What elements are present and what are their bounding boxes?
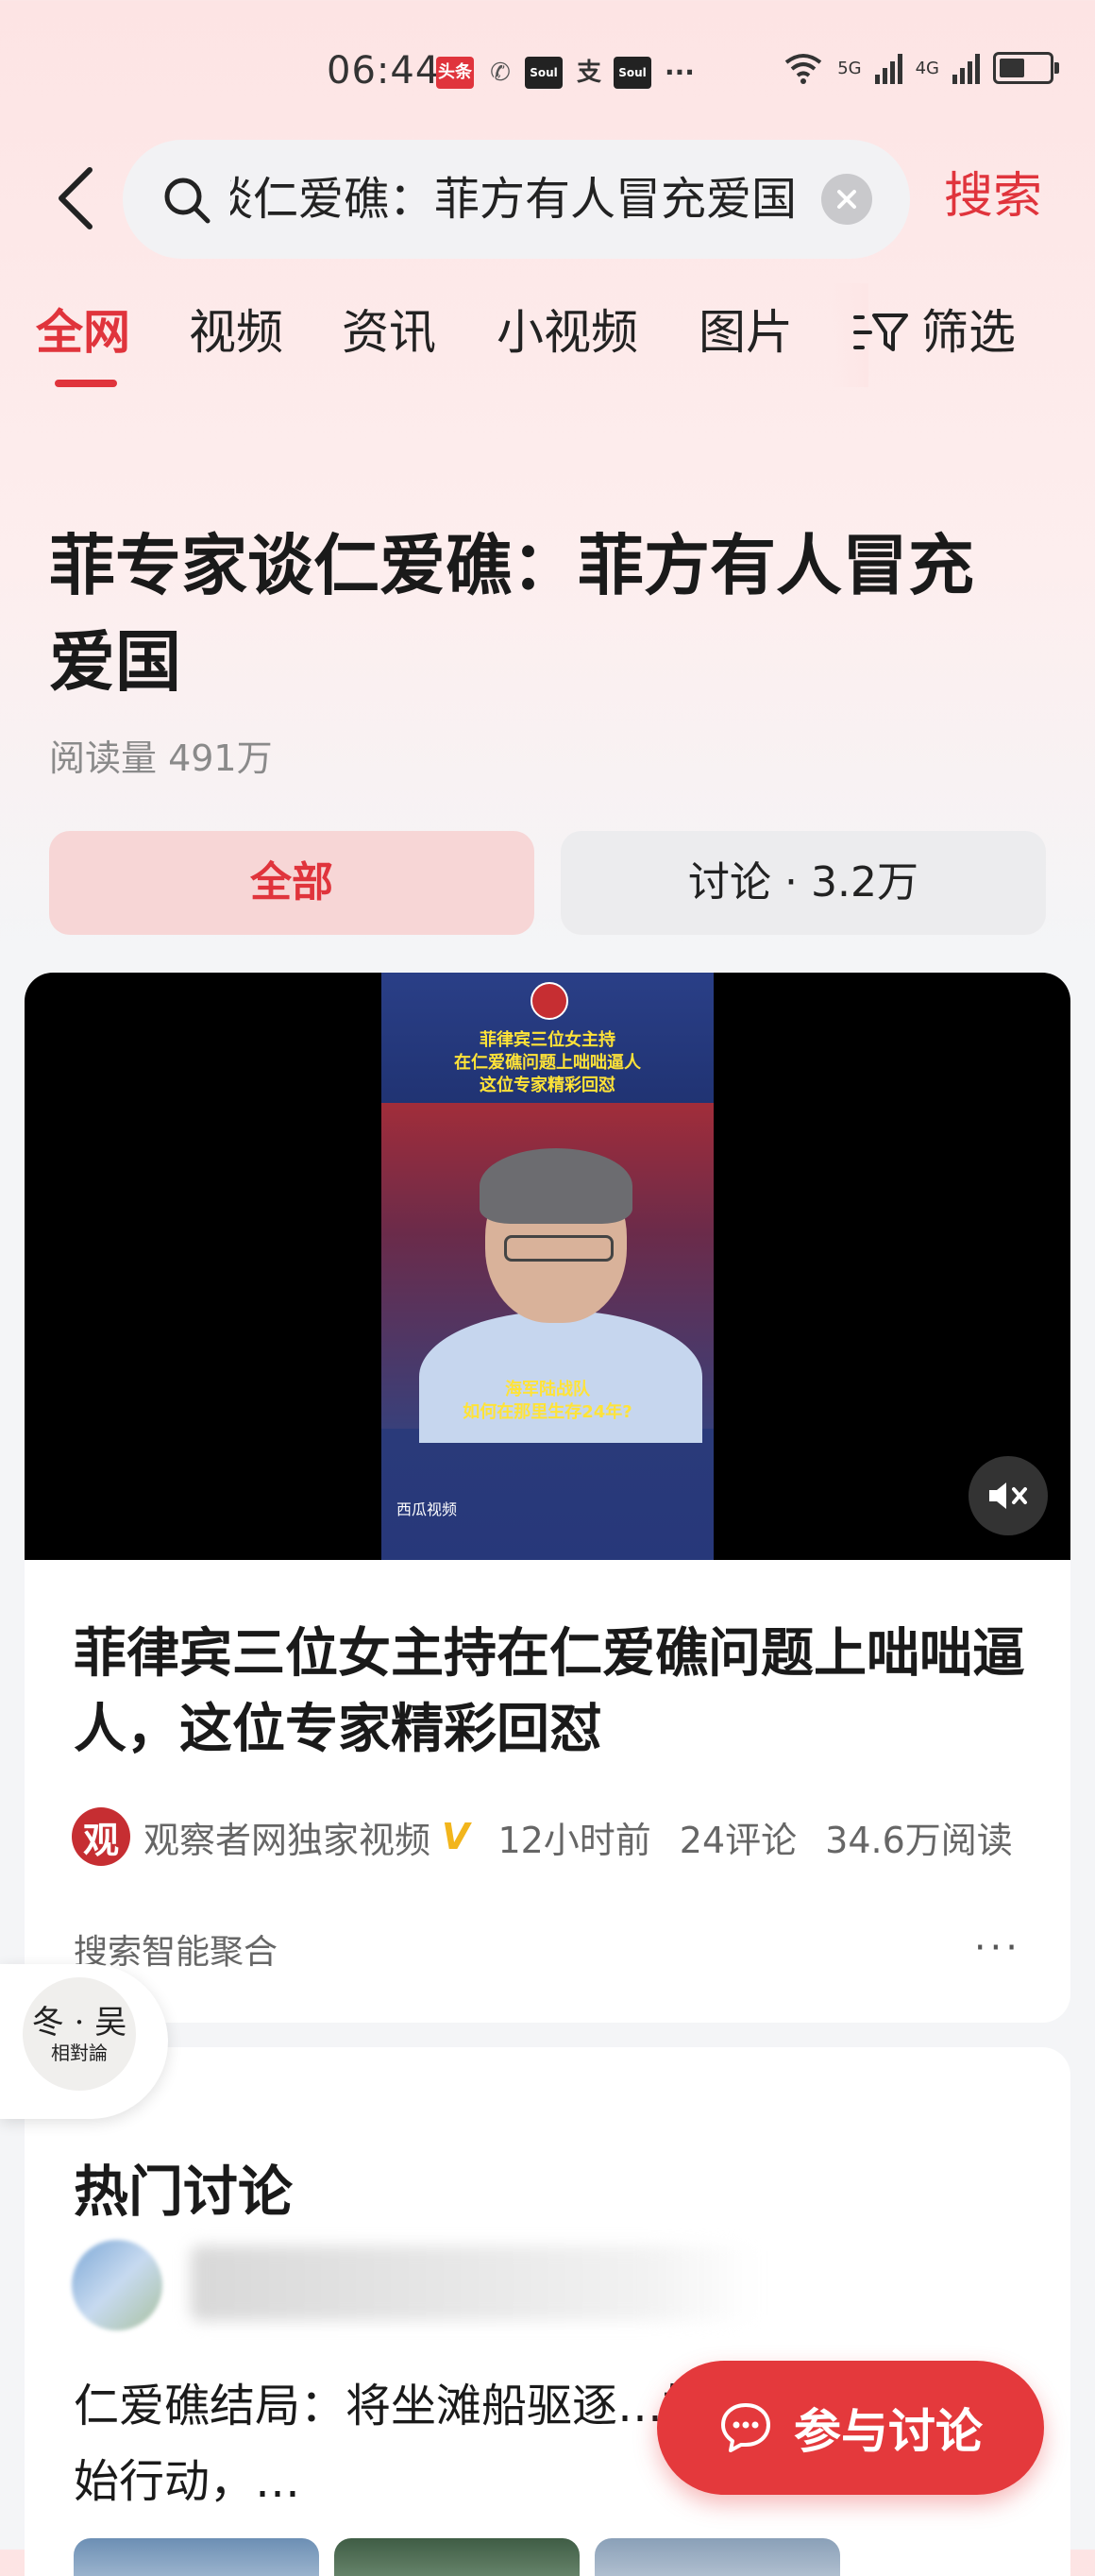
creator-logo: 冬 · 吴 相對論 <box>23 1977 136 2091</box>
verified-badge-icon: V <box>442 1816 470 1857</box>
video-caption-line-1: 菲律宾三位女主持 <box>480 1030 615 1050</box>
soul-app-icon-2: Soul <box>614 57 651 89</box>
creator-logo-line-1: 冬 · 吴 <box>31 2004 127 2042</box>
chat-bubble-icon <box>721 2403 770 2452</box>
mute-button[interactable] <box>969 1456 1048 1535</box>
signal-icon-2 <box>952 52 980 84</box>
hot-discussion-title: 热门讨论 <box>74 2160 294 2224</box>
status-bar: 06:44 头条 ✆ Soul 支 Soul ··· 5G 4G <box>0 0 1095 142</box>
post-author[interactable] <box>72 2236 827 2349</box>
read-count-video: 34.6万阅读 <box>825 1819 1013 1861</box>
soul-app-icon: Soul <box>525 57 563 89</box>
wifi-icon <box>784 54 822 84</box>
filter-button[interactable]: 筛选 <box>853 298 1016 366</box>
time-ago: 12小时前 <box>497 1819 651 1861</box>
video-watermark: 西瓜视频 <box>396 1500 458 1518</box>
author-avatar[interactable] <box>72 2240 162 2330</box>
post-thumbnail-2[interactable] <box>334 2538 580 2576</box>
video-caption-line-2: 在仁爱礁问题上咄咄逼人 <box>454 1053 641 1073</box>
muted-speaker-icon <box>989 1483 1027 1509</box>
author-name-blurred <box>191 2246 757 2321</box>
source-logo-icon: 观 <box>72 1807 130 1866</box>
more-notifications-icon: ··· <box>665 57 695 88</box>
post-thumbnail-1[interactable] <box>74 2538 319 2576</box>
search-bar[interactable]: 菲专家谈仁爱礁：菲方有人冒充爱国 <box>123 140 910 259</box>
status-time: 06:44 <box>327 49 441 93</box>
video-card[interactable]: 菲律宾三位女主持 在仁爱礁问题上咄咄逼人 这位专家精彩回怼 海军陆战队 如何在那… <box>25 973 1070 2023</box>
hot-discussion-card: 热门讨论 仁爱礁结局：将坐滩船驱逐…始“种岛”，中方开始行动，… <box>25 2047 1070 2576</box>
creator-logo-line-2: 相對論 <box>51 2042 108 2064</box>
active-tab-indicator <box>55 380 117 387</box>
close-icon <box>837 190 856 209</box>
back-arrow-icon <box>59 167 93 229</box>
floating-creator-avatar[interactable]: 冬 · 吴 相對論 <box>0 1964 168 2119</box>
search-input[interactable]: 菲专家谈仁爱礁：菲方有人冒充爱国 <box>230 168 797 230</box>
video-subtitle-line-2: 如何在那里生存24年? <box>463 1402 632 1422</box>
join-discussion-button[interactable]: 参与讨论 <box>657 2361 1044 2495</box>
read-count: 阅读量 491万 <box>49 737 273 779</box>
video-caption-line-3: 这位专家精彩回怼 <box>480 1076 615 1095</box>
topic-title: 菲专家谈仁爱礁：菲方有人冒充爱国 <box>49 527 974 701</box>
filter-label: 筛选 <box>921 305 1016 360</box>
network-4g-label: 4G <box>915 58 939 78</box>
post-thumbnail-3[interactable] <box>595 2538 840 2576</box>
back-button[interactable] <box>38 151 113 246</box>
post-thumbnails[interactable] <box>74 2538 840 2576</box>
search-icon <box>164 178 211 224</box>
video-title[interactable]: 菲律宾三位女主持在仁爱礁问题上咄咄逼人，这位专家精彩回怼 <box>74 1617 1036 1768</box>
status-icons: 5G 4G <box>783 51 1059 85</box>
network-5g-label: 5G <box>837 58 862 78</box>
search-button[interactable]: 搜索 <box>944 162 1042 230</box>
toutiao-app-icon: 头条 <box>436 57 474 89</box>
alipay-icon: 支 <box>576 59 601 87</box>
tab-video[interactable]: 视频 <box>189 298 283 366</box>
video-player[interactable]: 菲律宾三位女主持 在仁爱礁问题上咄咄逼人 这位专家精彩回怼 海军陆战队 如何在那… <box>25 973 1070 1560</box>
join-discussion-label: 参与讨论 <box>794 2404 983 2459</box>
tab-news[interactable]: 资讯 <box>342 298 436 366</box>
video-subtitle-line-1: 海军陆战队 <box>505 1380 590 1399</box>
more-options-icon[interactable]: ··· <box>974 1926 1021 1970</box>
segment-discussion[interactable]: 讨论 · 3.2万 <box>561 831 1046 935</box>
segment-all[interactable]: 全部 <box>49 831 534 935</box>
tab-all[interactable]: 全网 <box>36 298 130 366</box>
tab-images[interactable]: 图片 <box>699 298 793 366</box>
clear-search-button[interactable] <box>821 174 872 225</box>
video-meta: 观 观察者网独家视频 V 12小时前 24评论 34.6万阅读 <box>72 1804 1013 1870</box>
video-channel-logo <box>531 982 568 1020</box>
video-frame: 菲律宾三位女主持 在仁爱礁问题上咄咄逼人 这位专家精彩回怼 海军陆战队 如何在那… <box>381 973 714 1560</box>
tab-short-video[interactable]: 小视频 <box>497 298 638 366</box>
signal-icon <box>874 52 902 84</box>
comment-count: 24评论 <box>679 1819 798 1861</box>
battery-icon <box>993 52 1059 84</box>
source-name[interactable]: 观察者网独家视频 <box>143 1811 430 1863</box>
wechat-icon: ✆ <box>490 59 511 87</box>
filter-icon <box>853 314 908 351</box>
